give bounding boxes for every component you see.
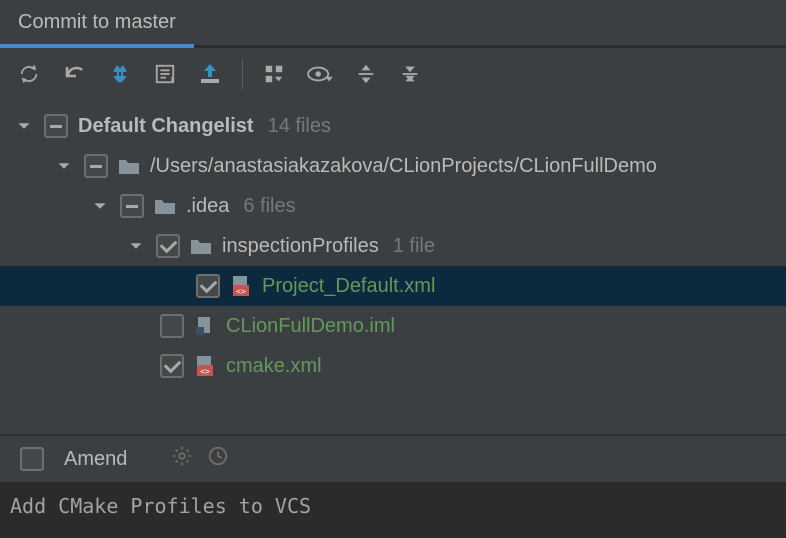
xml-file-icon: <> (230, 275, 252, 297)
shelve-icon[interactable] (198, 62, 222, 86)
idea-count: 6 files (243, 195, 295, 218)
chevron-down-icon[interactable] (90, 196, 110, 216)
toolbar (0, 48, 786, 100)
toolbar-separator (242, 59, 243, 89)
checkbox-checked[interactable] (196, 274, 220, 298)
svg-text:<>: <> (200, 367, 210, 376)
diff-icon[interactable] (108, 62, 132, 86)
folder-icon (190, 237, 212, 255)
file-node-iml[interactable]: CLionFullDemo.iml (0, 306, 786, 346)
tab-label: Commit to master (18, 11, 176, 34)
chevron-down-icon[interactable] (14, 116, 34, 136)
chevron-down-icon[interactable] (126, 236, 146, 256)
changelist-label: Default Changelist (78, 115, 254, 138)
group-by-icon[interactable] (263, 63, 285, 85)
checkbox-checked[interactable] (156, 234, 180, 258)
folder-icon (154, 197, 176, 215)
checkbox-unchecked[interactable] (160, 314, 184, 338)
gear-icon[interactable] (171, 445, 193, 473)
chevron-down-icon[interactable] (54, 156, 74, 176)
changes-tree: Default Changelist 14 files /Users/anast… (0, 100, 786, 386)
refresh-icon[interactable] (18, 63, 40, 85)
commit-footer: Amend (0, 434, 786, 482)
checkbox-indeterminate[interactable] (120, 194, 144, 218)
revert-icon[interactable] (62, 62, 86, 86)
preview-diff-icon[interactable] (307, 63, 333, 85)
changelist-icon[interactable] (154, 63, 176, 85)
expand-all-icon[interactable] (355, 63, 377, 85)
changelist-count: 14 files (268, 115, 331, 138)
file-node-cmake[interactable]: <> cmake.xml (0, 346, 786, 386)
idea-label: .idea (186, 195, 229, 218)
module-file-icon (194, 315, 216, 337)
tab-commit[interactable]: Commit to master (0, 0, 194, 48)
inspection-label: inspectionProfiles (222, 235, 379, 258)
root-folder-node[interactable]: /Users/anastasiakazakova/CLionProjects/C… (0, 146, 786, 186)
folder-icon (118, 157, 140, 175)
checkbox-indeterminate[interactable] (84, 154, 108, 178)
xml-file-icon: <> (194, 355, 216, 377)
file-node-project-default[interactable]: <> Project_Default.xml (0, 266, 786, 306)
history-icon[interactable] (207, 445, 229, 473)
svg-text:<>: <> (236, 287, 246, 296)
changelist-node[interactable]: Default Changelist 14 files (0, 106, 786, 146)
checkbox-indeterminate[interactable] (44, 114, 68, 138)
idea-folder-node[interactable]: .idea 6 files (0, 186, 786, 226)
amend-label: Amend (64, 448, 127, 471)
file-label: CLionFullDemo.iml (226, 315, 395, 338)
commit-message-input[interactable]: Add CMake Profiles to VCS (0, 482, 786, 538)
amend-checkbox[interactable] (20, 447, 44, 471)
inspection-count: 1 file (393, 235, 435, 258)
file-label: Project_Default.xml (262, 275, 435, 298)
file-label: cmake.xml (226, 355, 322, 378)
inspection-folder-node[interactable]: inspectionProfiles 1 file (0, 226, 786, 266)
commit-message-text: Add CMake Profiles to VCS (10, 494, 311, 518)
checkbox-checked[interactable] (160, 354, 184, 378)
root-path: /Users/anastasiakazakova/CLionProjects/C… (150, 155, 657, 178)
tab-bar: Commit to master (0, 0, 786, 48)
collapse-all-icon[interactable] (399, 63, 421, 85)
